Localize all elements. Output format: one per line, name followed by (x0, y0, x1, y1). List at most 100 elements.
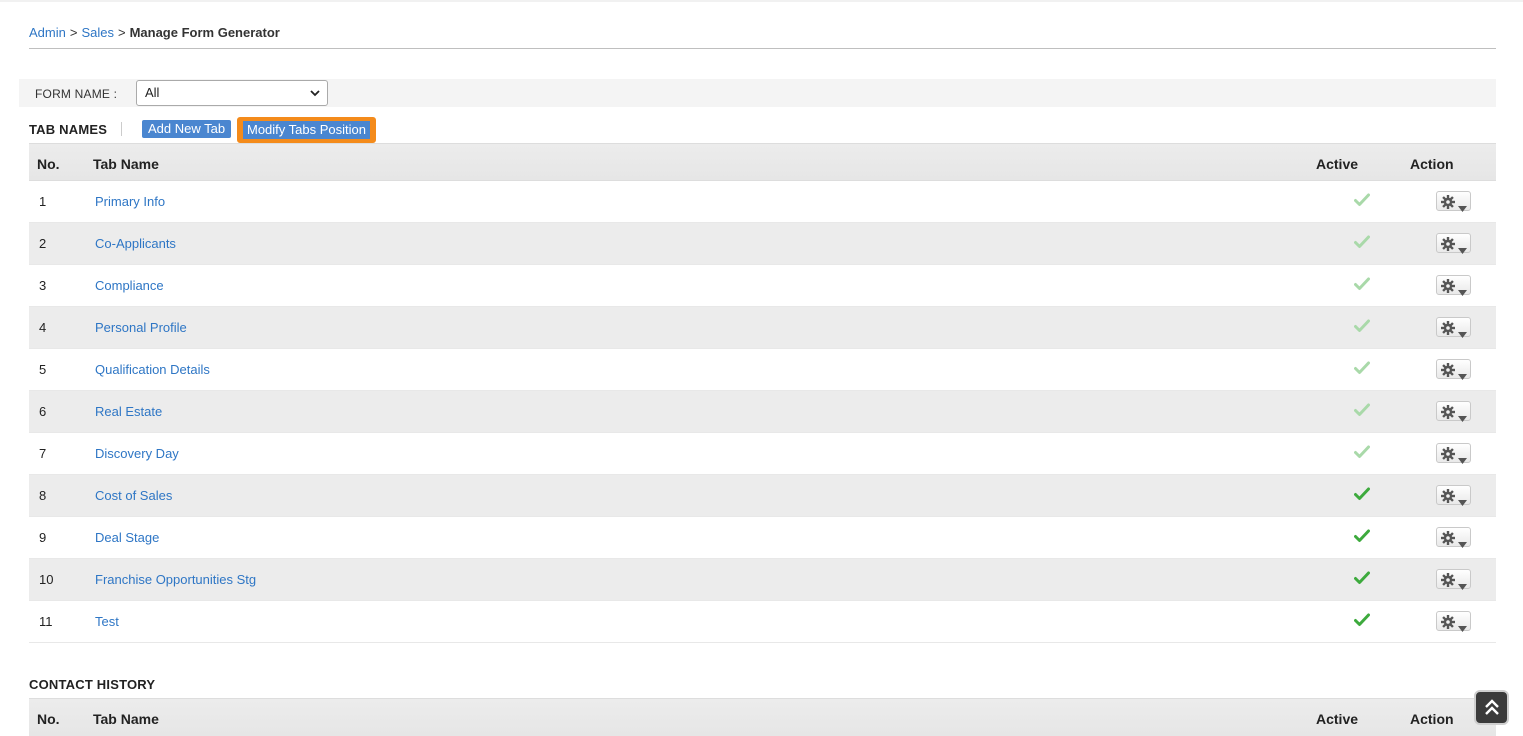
chevron-down-icon (310, 90, 320, 97)
row-number: 4 (39, 320, 47, 335)
caret-down-icon (1458, 283, 1467, 296)
table-row: 8 Cost of Sales (29, 475, 1496, 517)
column-header-no: No. (37, 156, 60, 172)
tab-name-link[interactable]: Discovery Day (95, 446, 179, 461)
caret-down-icon (1458, 451, 1467, 464)
tab-names-table: No. Tab Name Active Action 1 Primary Info… (29, 143, 1496, 643)
tab-name-link[interactable]: Test (95, 614, 119, 629)
row-action-button[interactable] (1436, 569, 1471, 590)
caret-down-icon (1458, 241, 1467, 254)
column-header-active: Active (1316, 156, 1359, 172)
breadcrumb-separator: > (117, 25, 126, 40)
gear-icon (1441, 573, 1455, 587)
top-border (0, 0, 1523, 2)
breadcrumb-admin-link[interactable]: Admin (29, 25, 66, 40)
row-number: 6 (39, 404, 47, 419)
modify-tabs-position-highlight: Modify Tabs Position (237, 117, 376, 143)
form-name-select[interactable]: All (136, 80, 328, 106)
column-header-tab-name: Tab Name (93, 156, 159, 172)
row-action-button[interactable] (1436, 359, 1471, 380)
caret-down-icon (1458, 535, 1467, 548)
gear-icon (1441, 237, 1455, 251)
form-name-selected-value: All (145, 85, 160, 100)
checkmark-icon (1354, 235, 1370, 249)
gear-icon (1441, 615, 1455, 629)
table-header: No. Tab Name Active Action (29, 143, 1496, 181)
breadcrumb-current: Manage Form Generator (129, 25, 280, 40)
tab-name-link[interactable]: Qualification Details (95, 362, 210, 377)
checkmark-icon (1354, 193, 1370, 207)
breadcrumb-sales-link[interactable]: Sales (81, 25, 114, 40)
caret-down-icon (1458, 199, 1467, 212)
row-action-button[interactable] (1436, 527, 1471, 548)
contact-history-table-header: No. Tab Name Active Action (29, 698, 1496, 736)
row-number: 9 (39, 530, 47, 545)
row-number: 2 (39, 236, 47, 251)
column-header-no: No. (37, 711, 60, 727)
gear-icon (1441, 489, 1455, 503)
checkmark-icon (1354, 277, 1370, 291)
table-row: 6 Real Estate (29, 391, 1496, 433)
table-row: 11 Test (29, 601, 1496, 643)
checkmark-icon (1354, 319, 1370, 333)
modify-tabs-position-button[interactable]: Modify Tabs Position (243, 121, 370, 139)
add-new-tab-button[interactable]: Add New Tab (142, 120, 232, 138)
checkmark-icon (1354, 529, 1370, 543)
divider (29, 48, 1496, 49)
filter-bar: FORM NAME : All (19, 79, 1496, 107)
table-row: 7 Discovery Day (29, 433, 1496, 475)
checkmark-icon (1354, 403, 1370, 417)
tab-names-toolbar: TAB NAMES Add New Tab Modify Tabs Positi… (29, 117, 629, 143)
row-action-button[interactable] (1436, 443, 1471, 464)
contact-history-title: CONTACT HISTORY (29, 677, 156, 692)
row-action-button[interactable] (1436, 485, 1471, 506)
caret-down-icon (1458, 409, 1467, 422)
caret-down-icon (1458, 577, 1467, 590)
gear-icon (1441, 363, 1455, 377)
row-number: 5 (39, 362, 47, 377)
tab-name-link[interactable]: Co-Applicants (95, 236, 176, 251)
separator (121, 122, 122, 136)
gear-icon (1441, 405, 1455, 419)
table-row: 2 Co-Applicants (29, 223, 1496, 265)
row-number: 8 (39, 488, 47, 503)
caret-down-icon (1458, 325, 1467, 338)
tab-name-link[interactable]: Primary Info (95, 194, 165, 209)
row-action-button[interactable] (1436, 401, 1471, 422)
checkmark-icon (1354, 613, 1370, 627)
caret-down-icon (1458, 493, 1467, 506)
row-action-button[interactable] (1436, 275, 1471, 296)
table-row: 1 Primary Info (29, 181, 1496, 223)
table-row: 3 Compliance (29, 265, 1496, 307)
column-header-action: Action (1410, 156, 1454, 172)
row-number: 10 (39, 572, 54, 587)
breadcrumb-separator: > (69, 25, 78, 40)
table-row: 10 Franchise Opportunities Stg (29, 559, 1496, 601)
gear-icon (1441, 447, 1455, 461)
caret-down-icon (1458, 367, 1467, 380)
row-number: 7 (39, 446, 47, 461)
column-header-action: Action (1410, 711, 1454, 727)
tab-name-link[interactable]: Compliance (95, 278, 164, 293)
tab-name-link[interactable]: Franchise Opportunities Stg (95, 572, 256, 587)
table-row: 4 Personal Profile (29, 307, 1496, 349)
tab-name-link[interactable]: Deal Stage (95, 530, 159, 545)
table-row: 9 Deal Stage (29, 517, 1496, 559)
row-action-button[interactable] (1436, 233, 1471, 254)
gear-icon (1441, 279, 1455, 293)
row-action-button[interactable] (1436, 611, 1471, 632)
table-body: 1 Primary Info 2 Co-Applicants 3 Compliance 4 P… (29, 181, 1496, 643)
tab-name-link[interactable]: Real Estate (95, 404, 162, 419)
row-action-button[interactable] (1436, 317, 1471, 338)
gear-icon (1441, 321, 1455, 335)
gear-icon (1441, 195, 1455, 209)
double-chevron-up-icon (1485, 699, 1499, 715)
row-number: 3 (39, 278, 47, 293)
breadcrumb: Admin > Sales > Manage Form Generator (29, 26, 280, 40)
row-number: 11 (39, 614, 53, 629)
tab-name-link[interactable]: Personal Profile (95, 320, 187, 335)
tab-name-link[interactable]: Cost of Sales (95, 488, 172, 503)
row-action-button[interactable] (1436, 191, 1471, 212)
tab-names-title: TAB NAMES (29, 122, 108, 137)
column-header-tab-name: Tab Name (93, 711, 159, 727)
